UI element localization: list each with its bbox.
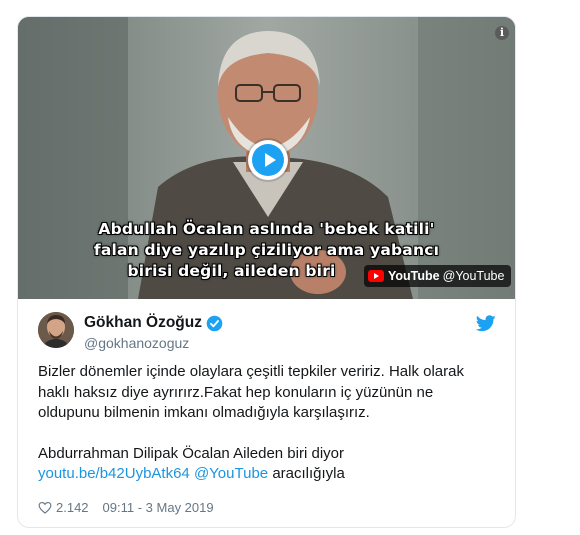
youtube-handle-label: @YouTube — [442, 269, 505, 283]
youtube-mention-link[interactable]: @YouTube — [194, 465, 268, 482]
youtube-brand-label: YouTube — [388, 269, 440, 283]
author-handle[interactable]: @gokhanozoguz — [84, 335, 189, 351]
author-name[interactable]: Gökhan Özoğuz — [84, 314, 202, 332]
like-count[interactable]: 2.142 — [56, 500, 89, 515]
heart-icon[interactable] — [38, 501, 52, 514]
tweet-text-line-2: haklı haksız diye ayrırırz.Fakat hep kon… — [38, 383, 434, 401]
play-icon — [252, 144, 284, 176]
info-icon[interactable]: i — [495, 26, 509, 40]
avatar[interactable] — [38, 312, 74, 348]
youtube-logo-icon — [368, 270, 384, 282]
video-thumbnail[interactable]: i Abdullah Öcalan aslında 'bebek katili'… — [18, 17, 515, 299]
author-name-row[interactable]: Gökhan Özoğuz — [84, 314, 223, 332]
tweet-link-line: youtu.be/b42UybAtk64 @YouTube aracılığıy… — [38, 464, 508, 485]
tweet-text: Bizler dönemler içinde olaylara çeşitli … — [38, 362, 508, 485]
tweet-text-line-1: Bizler dönemler içinde olaylara çeşitli … — [38, 363, 464, 380]
verified-badge-icon — [206, 315, 223, 331]
twitter-bird-icon[interactable] — [476, 315, 496, 332]
tweet-text-line-3: oldupunu bilmenin imkanı olmadığıyla kar… — [38, 404, 370, 421]
video-subtitle-line-2: falan diye yazılıp çiziliyor ama yabancı — [93, 241, 440, 259]
video-subtitle-line-1: Abdullah Öcalan aslında 'bebek katili' — [98, 220, 435, 238]
tweet-text-line-4: Abdurrahman Dilipak Öcalan Aileden biri … — [38, 444, 344, 462]
video-link[interactable]: youtu.be/b42UybAtk64 — [38, 465, 190, 482]
play-button[interactable] — [248, 140, 288, 180]
tweet-timestamp[interactable]: 09:11 - 3 May 2019 — [103, 500, 214, 515]
via-suffix: aracılığıyla — [272, 465, 345, 482]
tweet-meta: 2.142 09:11 - 3 May 2019 — [38, 500, 214, 515]
youtube-attribution-badge[interactable]: YouTube @YouTube — [364, 265, 512, 287]
tweet-card: i Abdullah Öcalan aslında 'bebek katili'… — [17, 16, 516, 528]
